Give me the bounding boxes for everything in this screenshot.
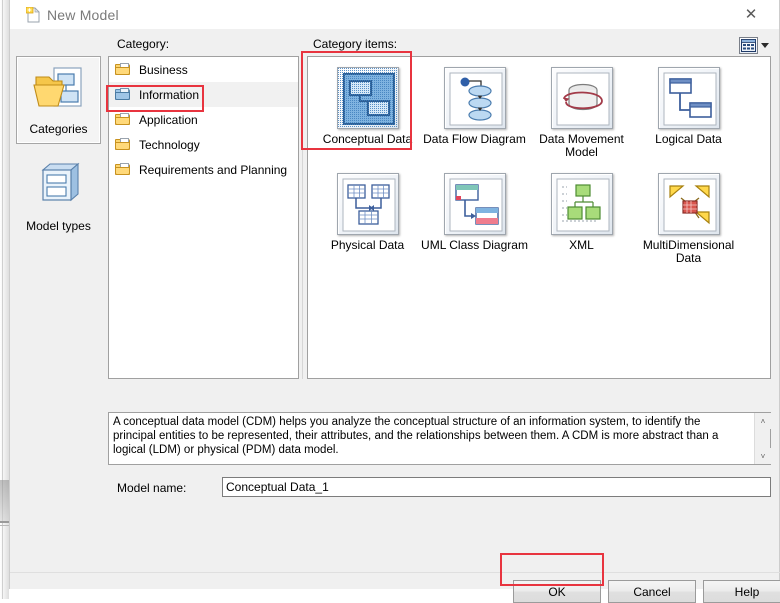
category-item-uml-class-diagram[interactable]: UML Class Diagram bbox=[421, 173, 528, 252]
categories-folder-icon bbox=[32, 67, 82, 107]
folder-icon bbox=[115, 63, 131, 76]
description-scrollbar[interactable]: ˄ ˅ bbox=[754, 413, 771, 464]
grid-view-icon[interactable] bbox=[739, 37, 758, 54]
folder-icon bbox=[115, 88, 131, 101]
category-item-label: UML Class Diagram bbox=[421, 238, 528, 252]
physical-data-icon bbox=[336, 173, 399, 235]
description-panel: A conceptual data model (CDM) helps you … bbox=[108, 412, 771, 465]
panel-splitter[interactable] bbox=[301, 56, 305, 379]
folder-icon bbox=[115, 138, 131, 151]
category-item-physical-data[interactable]: Physical Data bbox=[314, 173, 421, 252]
dialog-client-area: Category: Category items: Categories Mod… bbox=[10, 29, 780, 603]
category-item-label: Application bbox=[139, 112, 198, 127]
button-bar-separator bbox=[10, 572, 780, 573]
folder-icon bbox=[115, 163, 131, 176]
help-button[interactable]: Help bbox=[703, 580, 780, 603]
xml-icon bbox=[550, 173, 613, 235]
category-item-label: Information bbox=[139, 87, 200, 102]
data-movement-model-icon bbox=[550, 67, 613, 129]
category-list[interactable]: Business Information Application Technol… bbox=[108, 56, 299, 379]
category-item-label: MultiDimensional Data bbox=[642, 238, 735, 265]
category-item-data-flow-diagram[interactable]: Data Flow Diagram bbox=[421, 67, 528, 146]
category-item-label: Conceptual Data bbox=[322, 132, 413, 146]
category-item-label: Data Movement Model bbox=[539, 132, 624, 159]
category-item-application[interactable]: Application bbox=[109, 107, 298, 132]
category-item-label: Data Flow Diagram bbox=[423, 132, 526, 146]
category-caption: Category: bbox=[117, 37, 170, 51]
category-item-conceptual-data[interactable]: Conceptual Data bbox=[314, 67, 421, 146]
category-items-caption: Category items: bbox=[313, 37, 398, 51]
multidimensional-data-icon bbox=[657, 173, 720, 235]
dialog-titlebar: New Model ✕ bbox=[10, 0, 779, 29]
model-name-label: Model name: bbox=[117, 481, 187, 495]
model-name-input[interactable] bbox=[222, 477, 771, 497]
chevron-down-icon[interactable] bbox=[761, 43, 769, 48]
cancel-button[interactable]: Cancel bbox=[608, 580, 696, 603]
category-item-label: Requirements and Planning bbox=[139, 162, 288, 177]
rail-button-label: Categories bbox=[29, 122, 88, 136]
view-mode-selector[interactable] bbox=[739, 37, 769, 54]
ok-button[interactable]: OK bbox=[513, 580, 601, 603]
category-item-label: Physical Data bbox=[330, 238, 405, 252]
folder-icon bbox=[115, 113, 131, 126]
rail-button-categories[interactable]: Categories bbox=[16, 56, 101, 144]
splitter-line bbox=[302, 56, 303, 379]
scroll-down-icon[interactable]: ˅ bbox=[755, 448, 771, 464]
category-item-requirements-and-planning[interactable]: Requirements and Planning bbox=[109, 157, 298, 182]
rail-button-label: Model types bbox=[26, 219, 91, 233]
conceptual-data-icon bbox=[336, 67, 399, 129]
dialog-title: New Model bbox=[47, 7, 119, 23]
new-model-dialog: New Model ✕ Category: Category items: Ca… bbox=[9, 0, 780, 603]
mode-rail: Categories Model types bbox=[16, 56, 108, 251]
category-item-label: Logical Data bbox=[655, 132, 722, 146]
close-icon[interactable]: ✕ bbox=[729, 0, 773, 28]
category-item-label: Business bbox=[139, 62, 188, 77]
category-item-logical-data[interactable]: Logical Data bbox=[635, 67, 742, 146]
description-text: A conceptual data model (CDM) helps you … bbox=[113, 416, 719, 456]
category-item-label: Technology bbox=[139, 137, 200, 152]
category-item-business[interactable]: Business bbox=[109, 57, 298, 82]
category-item-label: XML bbox=[569, 238, 594, 252]
new-document-icon bbox=[25, 6, 41, 23]
scroll-up-icon[interactable]: ˄ bbox=[755, 413, 771, 429]
category-item-data-movement-model[interactable]: Data Movement Model bbox=[528, 67, 635, 159]
category-item-technology[interactable]: Technology bbox=[109, 132, 298, 157]
rail-button-model-types[interactable]: Model types bbox=[16, 152, 101, 240]
uml-class-diagram-icon bbox=[443, 173, 506, 235]
logical-data-icon bbox=[657, 67, 720, 129]
category-item-xml[interactable]: XML bbox=[528, 173, 635, 252]
model-types-cube-icon bbox=[41, 162, 79, 202]
category-item-multidimensional-data[interactable]: MultiDimensional Data bbox=[635, 173, 742, 265]
data-flow-diagram-icon bbox=[443, 67, 506, 129]
category-item-information[interactable]: Information bbox=[109, 82, 298, 107]
category-items-grid[interactable]: Conceptual Data Data Flow Diagram Data M… bbox=[307, 56, 771, 379]
